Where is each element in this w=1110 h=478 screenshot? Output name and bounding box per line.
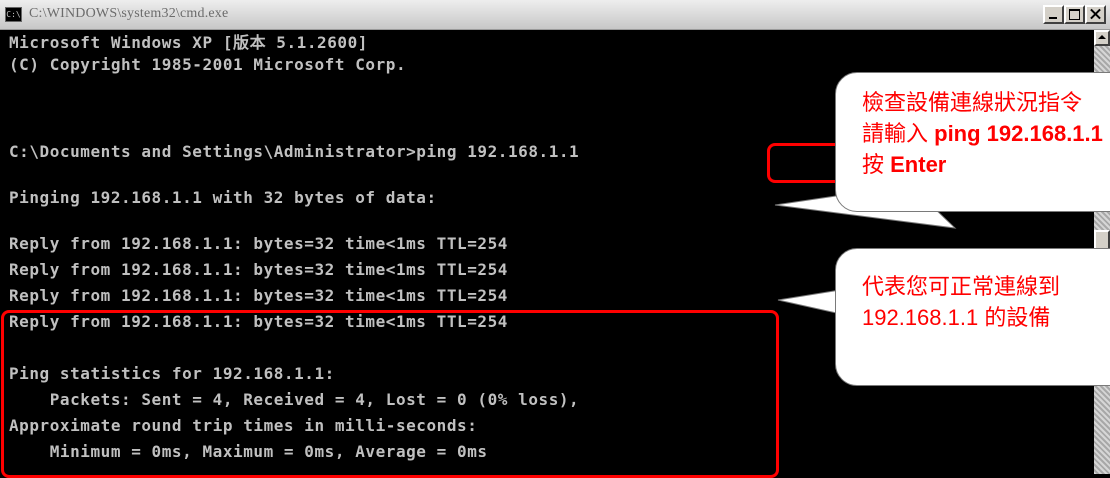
callout-reply-hint: 代表您可正常連線到 192.168.1.1 的設備 <box>835 248 1110 386</box>
callout-command-line2: 請輸入 ping 192.168.1.1 <box>862 118 1110 149</box>
callout-command-line2-prefix: 請輸入 <box>862 121 935 146</box>
callout-command-hint: 檢查設備連線狀況指令 請輸入 ping 192.168.1.1 按 Enter <box>835 72 1110 212</box>
callout-command-ip: ping 192.168.1.1 <box>934 121 1103 146</box>
console-line: Pinging 192.168.1.1 with 32 bytes of dat… <box>9 188 437 207</box>
callout-command-line1: 檢查設備連線狀況指令 <box>862 90 1083 115</box>
minimize-button[interactable] <box>1043 5 1064 24</box>
scroll-thumb[interactable] <box>1094 230 1110 250</box>
callout-command-line3: 按 Enter <box>862 149 1110 180</box>
window-controls <box>1043 5 1106 24</box>
callout-command-enter: Enter <box>890 152 947 177</box>
title-bar[interactable]: C:\ C:\WINDOWS\system32\cmd.exe <box>0 0 1110 30</box>
callout-reply-line2: 192.168.1.1 的設備 <box>862 305 1051 330</box>
console-line: Microsoft Windows XP [版本 5.1.2600] <box>9 33 368 52</box>
command-line: C:\Documents and Settings\Administrator>… <box>9 142 580 161</box>
close-button[interactable] <box>1085 5 1106 24</box>
scroll-up-button[interactable] <box>1094 30 1110 46</box>
reply-line: Reply from 192.168.1.1: bytes=32 time<1m… <box>9 260 508 279</box>
console-line: (C) Copyright 1985-2001 Microsoft Corp. <box>9 55 407 74</box>
reply-line: Reply from 192.168.1.1: bytes=32 time<1m… <box>9 286 508 305</box>
replies-highlight-box <box>1 310 779 478</box>
window-title: C:\WINDOWS\system32\cmd.exe <box>29 6 229 21</box>
reply-line: Reply from 192.168.1.1: bytes=32 time<1m… <box>9 234 508 253</box>
cmd-app-icon[interactable]: C:\ <box>5 7 22 22</box>
callout-command-line3-prefix: 按 <box>862 152 891 177</box>
maximize-button[interactable] <box>1064 5 1085 24</box>
callout-reply-line1: 代表您可正常連線到 <box>862 274 1061 299</box>
